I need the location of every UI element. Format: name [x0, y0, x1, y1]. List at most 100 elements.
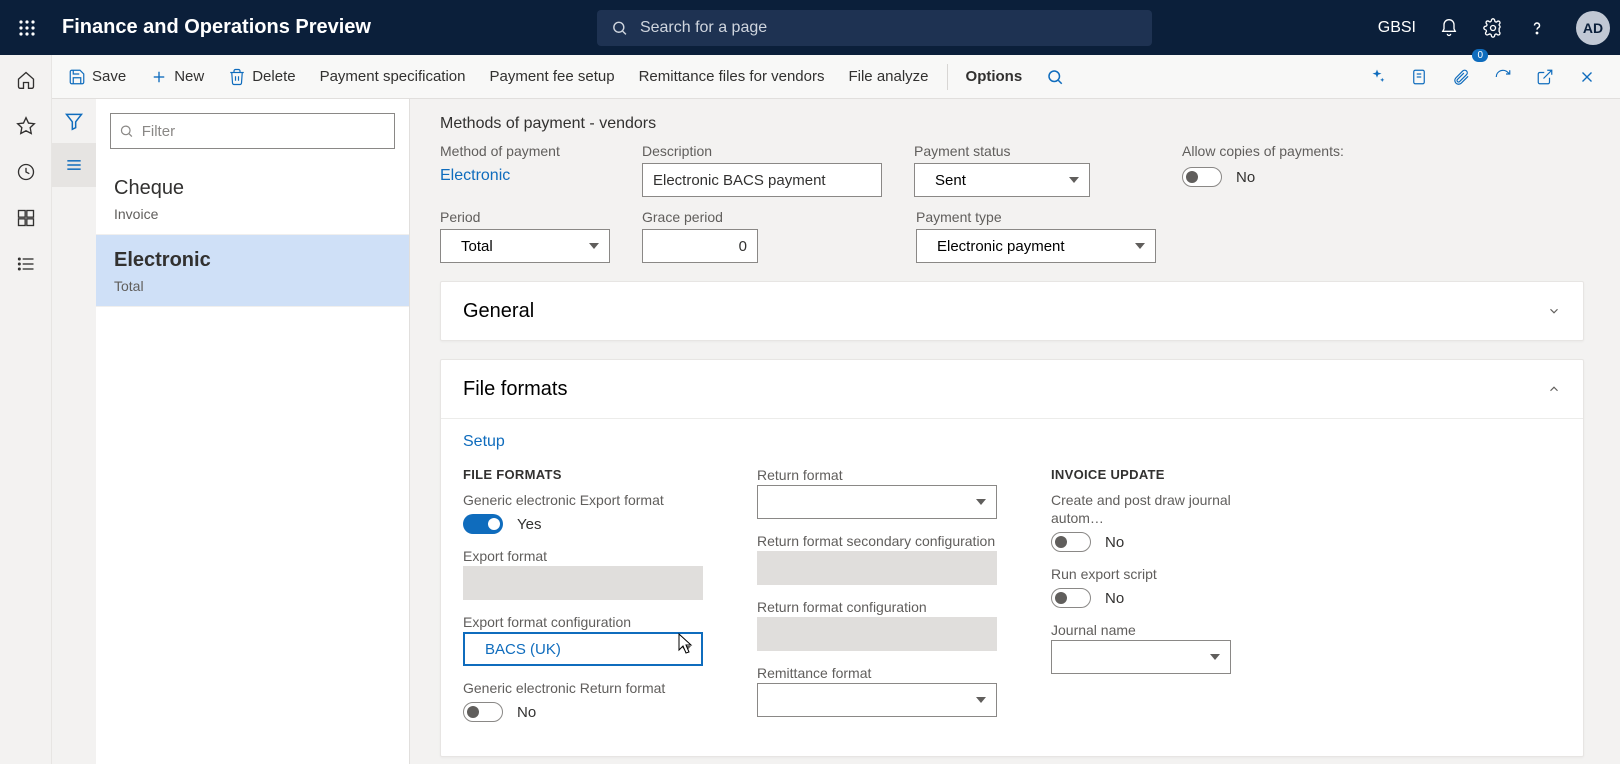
workspaces-button[interactable]	[15, 207, 37, 229]
global-search[interactable]	[597, 10, 1152, 46]
list-item[interactable]: Electronic Total	[96, 235, 409, 307]
company-picker[interactable]: GBSI	[1378, 19, 1416, 37]
refresh-button[interactable]	[1482, 55, 1524, 98]
top-navbar: Finance and Operations Preview GBSI AD	[0, 0, 1620, 55]
allow-copies-toggle[interactable]	[1182, 167, 1222, 187]
return-secondary-input	[757, 551, 997, 585]
copilot-button[interactable]	[1356, 55, 1398, 98]
toggle-value: No	[1236, 169, 1255, 186]
paperclip-icon	[1452, 68, 1470, 86]
app-title: Finance and Operations Preview	[62, 16, 371, 39]
refresh-icon	[1494, 68, 1512, 86]
export-format-config-select[interactable]	[463, 632, 703, 666]
field-label: Generic electronic Return format	[463, 680, 665, 696]
funnel-icon	[64, 111, 84, 131]
list-filter-input[interactable]	[140, 122, 386, 141]
options-button[interactable]: Options	[954, 55, 1035, 98]
export-format-input	[463, 566, 703, 600]
trash-icon	[228, 68, 246, 86]
field-label: Journal name	[1051, 622, 1136, 638]
create-post-toggle[interactable]	[1051, 532, 1091, 552]
page-button[interactable]	[1398, 55, 1440, 98]
close-button[interactable]	[1566, 55, 1608, 98]
settings-button[interactable]	[1482, 17, 1504, 39]
clock-icon	[16, 162, 36, 182]
separator	[947, 64, 948, 90]
popout-button[interactable]	[1524, 55, 1566, 98]
favorites-button[interactable]	[15, 115, 37, 137]
list-panel: Cheque Invoice Electronic Total	[96, 99, 410, 764]
field-label: Remittance format	[757, 665, 871, 681]
field-label: Export format	[463, 548, 547, 564]
generic-return-toggle[interactable]	[463, 702, 503, 722]
field-label: Return format	[757, 467, 843, 483]
return-config-input	[757, 617, 997, 651]
run-export-toggle[interactable]	[1051, 588, 1091, 608]
fasttab-title: File formats	[463, 378, 567, 401]
field-label: Run export script	[1051, 566, 1157, 582]
help-icon	[1527, 18, 1547, 38]
search-icon	[119, 123, 134, 139]
period-select[interactable]	[440, 229, 610, 263]
list-item-sub: Total	[114, 278, 391, 294]
save-button[interactable]: Save	[56, 55, 138, 98]
help-button[interactable]	[1526, 17, 1548, 39]
field-label: Payment type	[916, 209, 1156, 225]
toggle-value: No	[1105, 590, 1124, 607]
save-label: Save	[92, 68, 126, 85]
home-icon	[16, 70, 36, 90]
field-label: Export format configuration	[463, 614, 631, 630]
payment-type-select[interactable]	[916, 229, 1156, 263]
filter-tab[interactable]	[52, 99, 96, 143]
delete-button[interactable]: Delete	[216, 55, 307, 98]
payment-status-select[interactable]	[914, 163, 1090, 197]
waffle-icon	[18, 19, 36, 37]
remittance-format-select[interactable]	[757, 683, 997, 717]
general-fasttab-header[interactable]: General	[441, 282, 1583, 340]
search-icon	[611, 19, 628, 37]
sparkle-icon	[1368, 68, 1386, 86]
action-bar: Save New Delete Payment specification Pa…	[0, 55, 1620, 99]
recent-button[interactable]	[15, 161, 37, 183]
toggle-value: No	[1105, 534, 1124, 551]
field-label: Return format configuration	[757, 599, 927, 615]
new-button[interactable]: New	[138, 55, 216, 98]
field-label: Description	[642, 143, 882, 159]
delete-label: Delete	[252, 68, 295, 85]
notifications-button[interactable]	[1438, 17, 1460, 39]
file-formats-fasttab-header[interactable]: File formats	[441, 360, 1583, 418]
journal-name-select[interactable]	[1051, 640, 1231, 674]
payment-specification-button[interactable]: Payment specification	[308, 55, 478, 98]
setup-link[interactable]: Setup	[463, 433, 505, 451]
return-format-select[interactable]	[757, 485, 997, 519]
list-tab[interactable]	[52, 143, 96, 187]
toggle-value: Yes	[517, 516, 541, 533]
grace-period-input[interactable]	[642, 229, 758, 263]
star-icon	[16, 116, 36, 136]
field-label: Payment status	[914, 143, 1090, 159]
attachments-button[interactable]: 0	[1440, 55, 1482, 98]
remittance-files-button[interactable]: Remittance files for vendors	[627, 55, 837, 98]
user-avatar[interactable]: AD	[1576, 11, 1610, 45]
main-content: Methods of payment - vendors Method of p…	[410, 99, 1620, 764]
filter-rail	[52, 99, 96, 764]
list-item-title: Cheque	[114, 177, 391, 200]
list-filter[interactable]	[110, 113, 395, 149]
home-button[interactable]	[15, 69, 37, 91]
method-of-payment-link[interactable]: Electronic	[440, 163, 610, 193]
general-fasttab: General	[440, 281, 1584, 341]
list-item[interactable]: Cheque Invoice	[96, 163, 409, 235]
chevron-up-icon	[1547, 382, 1561, 396]
payment-fee-setup-button[interactable]: Payment fee setup	[477, 55, 626, 98]
section-heading: INVOICE UPDATE	[1051, 467, 1281, 482]
action-search-button[interactable]	[1034, 55, 1076, 98]
generic-export-toggle[interactable]	[463, 514, 503, 534]
list-item-sub: Invoice	[114, 206, 391, 222]
global-search-input[interactable]	[638, 18, 1138, 38]
description-input[interactable]	[642, 163, 882, 197]
section-heading: FILE FORMATS	[463, 467, 713, 482]
modules-button[interactable]	[15, 253, 37, 275]
app-launcher-button[interactable]	[10, 11, 44, 45]
field-label: Grace period	[642, 209, 758, 225]
file-analyze-button[interactable]: File analyze	[836, 55, 940, 98]
